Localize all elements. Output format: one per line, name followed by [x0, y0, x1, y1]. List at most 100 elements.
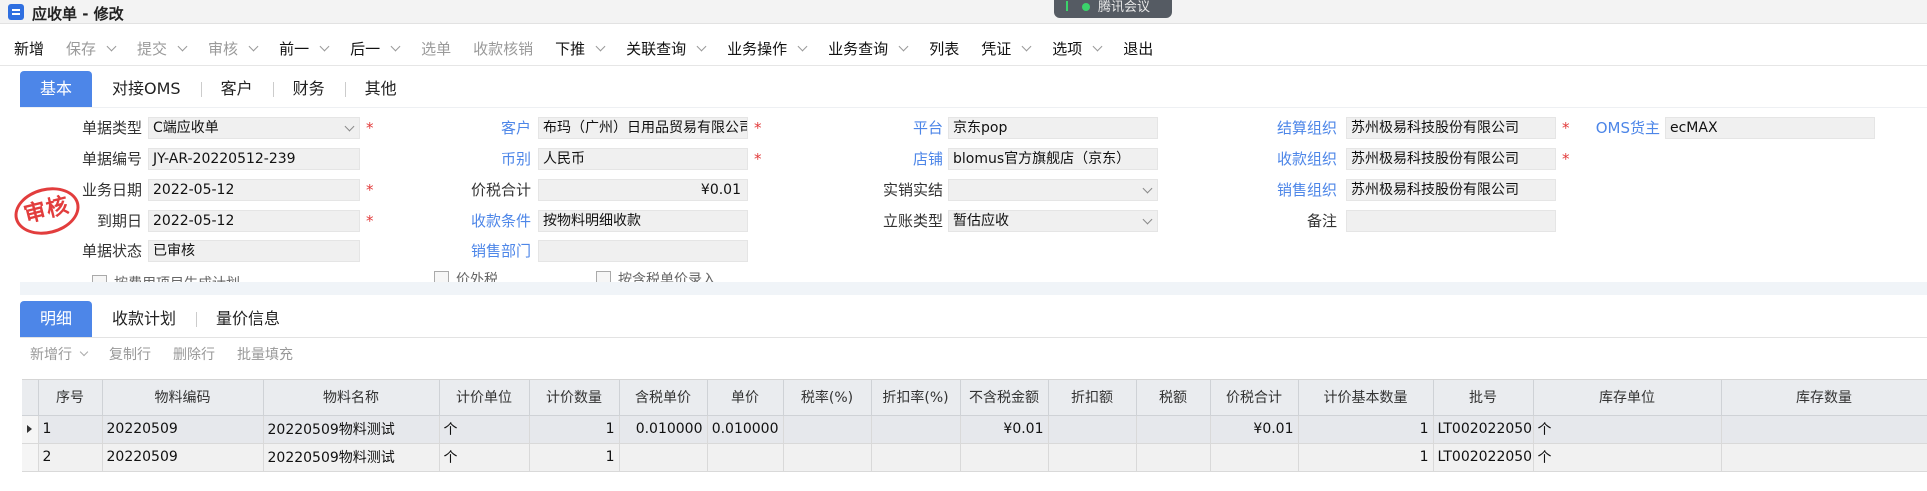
chevron-down-icon[interactable] — [797, 41, 808, 52]
column-header[interactable]: 税额 — [1136, 380, 1211, 416]
chevron-down-icon[interactable] — [319, 41, 330, 52]
business-query-button[interactable]: 业务查询 — [828, 38, 909, 59]
delete-row-button[interactable]: 删除行 — [173, 344, 215, 364]
column-header[interactable]: 计价数量 — [529, 380, 620, 416]
sales-org-label[interactable]: 销售组织 — [1277, 179, 1337, 200]
push-down-button[interactable]: 下推 — [555, 38, 606, 59]
table-cell[interactable]: 1 — [1298, 415, 1434, 444]
oms-owner-label[interactable]: OMS货主 — [1596, 117, 1660, 138]
platform-field[interactable]: 京东pop — [948, 117, 1158, 139]
table-cell[interactable]: 20220509 — [102, 443, 264, 472]
audit-button[interactable]: 审核 — [208, 38, 259, 59]
table-cell[interactable]: 1 — [529, 443, 620, 472]
table-cell[interactable] — [1136, 415, 1211, 444]
column-header[interactable]: 税率(%) — [783, 380, 872, 416]
batch-fill-button[interactable]: 批量填充 — [237, 344, 293, 364]
sales-org-field[interactable]: 苏州极易科技股份有限公司 — [1346, 179, 1556, 201]
pay-terms-label[interactable]: 收款条件 — [471, 210, 531, 231]
table-cell[interactable] — [1048, 443, 1137, 472]
column-header[interactable]: 物料编码 — [102, 380, 264, 416]
next-button[interactable]: 后一 — [350, 38, 401, 59]
tab-basic[interactable]: 基本 — [20, 71, 93, 107]
business-operation-button[interactable]: 业务操作 — [727, 38, 808, 59]
tab-oms[interactable]: 对接OMS — [92, 71, 201, 107]
table-cell[interactable]: ¥0.01 — [1210, 415, 1299, 444]
select-bill-button[interactable]: 选单 — [421, 38, 451, 59]
chevron-down-icon[interactable] — [79, 347, 89, 357]
column-header[interactable]: 计价基本数量 — [1298, 380, 1434, 416]
due-date-field[interactable]: 2022-05-12 — [148, 210, 360, 232]
pay-terms-field[interactable]: 按物料明细收款 — [538, 210, 748, 232]
shop-label[interactable]: 店铺 — [913, 148, 943, 169]
table-cell[interactable]: 个 — [439, 443, 530, 472]
table-cell[interactable] — [783, 415, 872, 444]
sales-dept-label[interactable]: 销售部门 — [471, 240, 531, 261]
table-row[interactable]: 1 20220509 20220509物料测试个 1 0.010000 0.010000 ¥… — [22, 415, 1927, 444]
table-cell[interactable] — [871, 443, 961, 472]
column-header[interactable]: 单价 — [707, 380, 784, 416]
table-cell[interactable]: 个 — [439, 415, 530, 444]
account-type-select[interactable]: 暂估应收 — [948, 210, 1158, 232]
chevron-down-icon[interactable] — [177, 41, 188, 52]
table-cell[interactable]: 0.010000 — [619, 415, 708, 444]
table-cell[interactable]: 20220509物料测试 — [263, 443, 440, 472]
row-indicator[interactable] — [22, 415, 39, 444]
chevron-down-icon[interactable] — [898, 41, 909, 52]
tab-price-info[interactable]: 量价信息 — [196, 301, 300, 337]
table-cell[interactable]: 20220509物料测试 — [263, 415, 440, 444]
table-cell[interactable]: 2 — [38, 443, 103, 472]
table-cell[interactable]: ¥0.01 — [960, 415, 1049, 444]
doc-type-select[interactable]: C端应收单 — [148, 117, 360, 139]
add-row-button[interactable]: 新增行 — [30, 344, 89, 364]
table-cell[interactable] — [1136, 443, 1211, 472]
currency-label[interactable]: 币别 — [501, 148, 531, 169]
new-button[interactable]: 新增 — [14, 38, 44, 59]
chevron-down-icon[interactable] — [248, 41, 259, 52]
chevron-down-icon[interactable] — [696, 41, 707, 52]
receive-org-field[interactable]: 苏州极易科技股份有限公司 — [1346, 148, 1556, 170]
table-cell[interactable] — [1721, 443, 1927, 472]
table-cell[interactable] — [871, 415, 961, 444]
column-header[interactable]: 库存单位 — [1533, 380, 1722, 416]
column-header[interactable]: 不含税金额 — [960, 380, 1049, 416]
table-cell[interactable] — [960, 443, 1049, 472]
previous-button[interactable]: 前一 — [279, 38, 330, 59]
table-cell[interactable]: 个 — [1533, 443, 1722, 472]
doc-no-field[interactable]: JY-AR-20220512-239 — [148, 148, 360, 170]
table-cell[interactable]: 1 — [529, 415, 620, 444]
column-header[interactable]: 计价单位 — [439, 380, 530, 416]
column-header[interactable]: 折扣额 — [1048, 380, 1137, 416]
settle-org-field[interactable]: 苏州极易科技股份有限公司 — [1346, 117, 1556, 139]
exit-button[interactable]: 退出 — [1123, 38, 1153, 59]
receipt-writeoff-button[interactable]: 收款核销 — [473, 38, 533, 59]
table-row[interactable]: 22022050920220509物料测试个11LT00202205090个 — [22, 443, 1927, 472]
chevron-down-icon[interactable] — [106, 41, 117, 52]
table-cell[interactable] — [1721, 415, 1927, 444]
platform-label[interactable]: 平台 — [913, 117, 943, 138]
table-cell[interactable]: 个 — [1533, 415, 1722, 444]
tab-detail[interactable]: 明细 — [20, 301, 93, 337]
row-indicator[interactable] — [22, 443, 39, 472]
meeting-badge[interactable]: 腾讯会议 — [1054, 0, 1172, 18]
remark-field[interactable] — [1346, 210, 1556, 232]
shop-field[interactable]: blomus官方旗舰店（京东） — [948, 148, 1158, 170]
tab-other[interactable]: 其他 — [344, 71, 417, 107]
sales-dept-field[interactable] — [538, 240, 748, 262]
customer-field[interactable]: 布玛（广州）日用品贸易有限公司 — [538, 117, 748, 139]
oms-owner-field[interactable]: ecMAX — [1665, 117, 1875, 139]
table-cell[interactable]: 1 — [1298, 443, 1434, 472]
tab-finance[interactable]: 财务 — [272, 71, 345, 107]
copy-row-button[interactable]: 复制行 — [109, 344, 151, 364]
table-cell[interactable]: 20220509 — [102, 415, 264, 444]
options-button[interactable]: 选项 — [1052, 38, 1103, 59]
table-cell[interactable] — [1210, 443, 1299, 472]
voucher-button[interactable]: 凭证 — [981, 38, 1032, 59]
list-button[interactable]: 列表 — [929, 38, 959, 59]
receive-org-label[interactable]: 收款组织 — [1277, 148, 1337, 169]
table-cell[interactable]: LT00202205090 — [1433, 415, 1534, 444]
table-cell[interactable] — [707, 443, 784, 472]
chevron-down-icon[interactable] — [1092, 41, 1103, 52]
table-cell[interactable]: 1 — [38, 415, 103, 444]
chevron-down-icon[interactable] — [390, 41, 401, 52]
table-cell[interactable]: LT00202205090 — [1433, 443, 1534, 472]
